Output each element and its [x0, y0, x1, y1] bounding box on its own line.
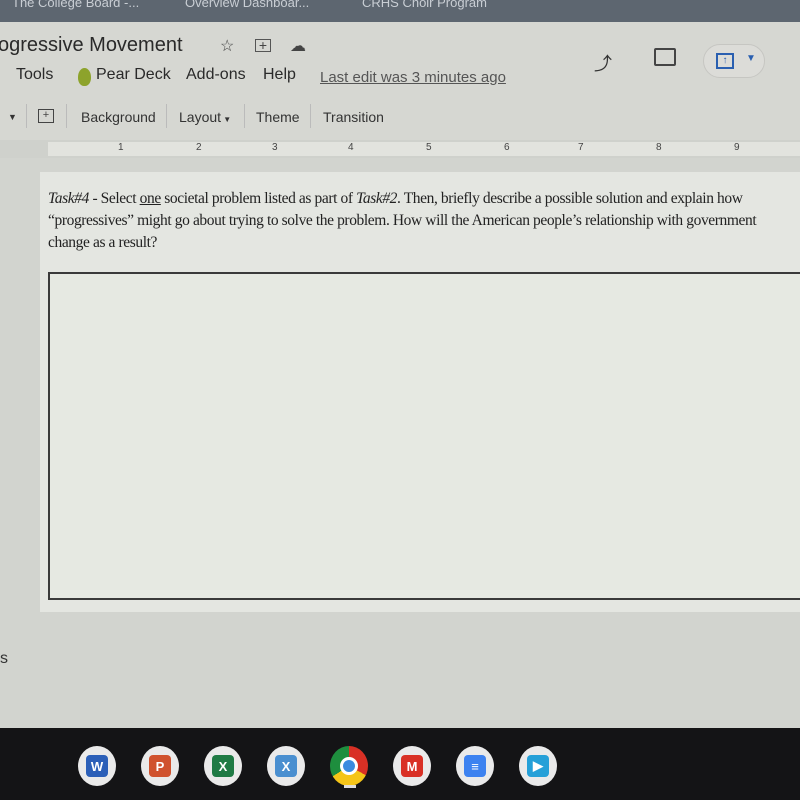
cloud-saved-icon: ☁ — [290, 38, 306, 55]
ruler-tick-label: 9 — [734, 142, 740, 153]
chevron-down-icon: ▼ — [746, 53, 756, 64]
google-docs-icon: ≡ — [464, 755, 486, 777]
ruler-tick-label: 5 — [426, 142, 432, 153]
active-app-indicator — [344, 785, 356, 788]
chevron-down-icon: ▼ — [221, 115, 232, 124]
ruler-tick-label: 6 — [504, 142, 510, 153]
pear-deck-icon — [78, 68, 91, 86]
menu-help[interactable]: Help — [263, 66, 296, 84]
play-store-icon: ▶ — [527, 755, 549, 777]
menu-tools[interactable]: Tools — [16, 66, 53, 84]
divider — [166, 104, 167, 128]
speaker-notes-fragment[interactable]: s — [0, 650, 8, 668]
task-text-underlined: one — [139, 190, 162, 207]
divider — [26, 104, 27, 128]
ruler-tick-label: 4 — [348, 142, 354, 153]
upload-icon: ↑ — [716, 53, 734, 69]
play-store-app-icon[interactable]: ▶ — [519, 746, 557, 786]
theme-button[interactable]: Theme — [256, 109, 300, 125]
comments-icon[interactable] — [654, 48, 676, 66]
ruler-tick-label: 3 — [272, 142, 278, 153]
menu-add-ons[interactable]: Add-ons — [186, 66, 246, 84]
ruler-tick-label: 8 — [656, 142, 662, 153]
powerpoint-app-icon[interactable]: P — [141, 746, 179, 786]
google-docs-app-icon[interactable]: ≡ — [456, 746, 494, 786]
last-edit-link[interactable]: Last edit was 3 minutes ago — [320, 69, 506, 86]
powerpoint-icon: P — [149, 755, 171, 777]
add-comment-icon[interactable]: + — [38, 109, 54, 123]
excel-icon: X — [212, 755, 234, 777]
divider — [310, 104, 311, 128]
ruler-tick-label: 2 — [196, 142, 202, 153]
chrome-icon — [340, 757, 358, 775]
task-prompt[interactable]: Task#4 - Select one societal problem lis… — [48, 188, 800, 254]
word-icon: W — [86, 755, 108, 777]
gmail-icon: M — [401, 755, 423, 777]
activity-icon[interactable]: ⤴ — [594, 50, 612, 76]
answer-box[interactable] — [48, 272, 800, 600]
present-button[interactable]: ↑ ▼ — [703, 44, 765, 78]
transition-button[interactable]: Transition — [323, 109, 384, 125]
task-label: Task#4 — [48, 190, 89, 207]
menu-pear-deck[interactable]: Pear Deck — [96, 66, 171, 84]
layout-label: Layout — [179, 109, 222, 125]
browser-tab[interactable]: Overview Dashboar... — [185, 0, 309, 10]
task-reference: Task#2 — [356, 190, 398, 207]
background-button[interactable]: Background — [81, 109, 156, 125]
ruler-tick-label: 1 — [118, 142, 124, 153]
move-folder-icon[interactable]: + — [255, 38, 271, 52]
xodo-app-icon[interactable]: X — [267, 746, 305, 786]
chevron-down-icon[interactable]: ▼ — [8, 112, 17, 122]
divider — [244, 104, 245, 128]
xodo-icon: X — [275, 755, 297, 777]
gmail-app-icon[interactable]: M — [393, 746, 431, 786]
task-text: societal problem listed as part of — [160, 190, 357, 207]
ruler-tick-label: 7 — [578, 142, 584, 153]
excel-app-icon[interactable]: X — [204, 746, 242, 786]
divider — [66, 104, 67, 128]
task-text: - Select — [88, 190, 140, 207]
star-icon[interactable]: ☆ — [220, 36, 234, 56]
ruler[interactable]: 1 2 3 4 5 6 7 8 9 — [48, 142, 800, 156]
layout-button[interactable]: Layout ▼ — [179, 109, 231, 125]
browser-tab-bar: The College Board -... Overview Dashboar… — [0, 0, 800, 22]
chrome-app-icon[interactable] — [330, 746, 368, 786]
browser-tab[interactable]: CRHS Choir Program — [362, 0, 487, 10]
document-title[interactable]: ogressive Movement — [0, 34, 183, 57]
word-app-icon[interactable]: W — [78, 746, 116, 786]
browser-tab[interactable]: The College Board -... — [12, 0, 139, 10]
